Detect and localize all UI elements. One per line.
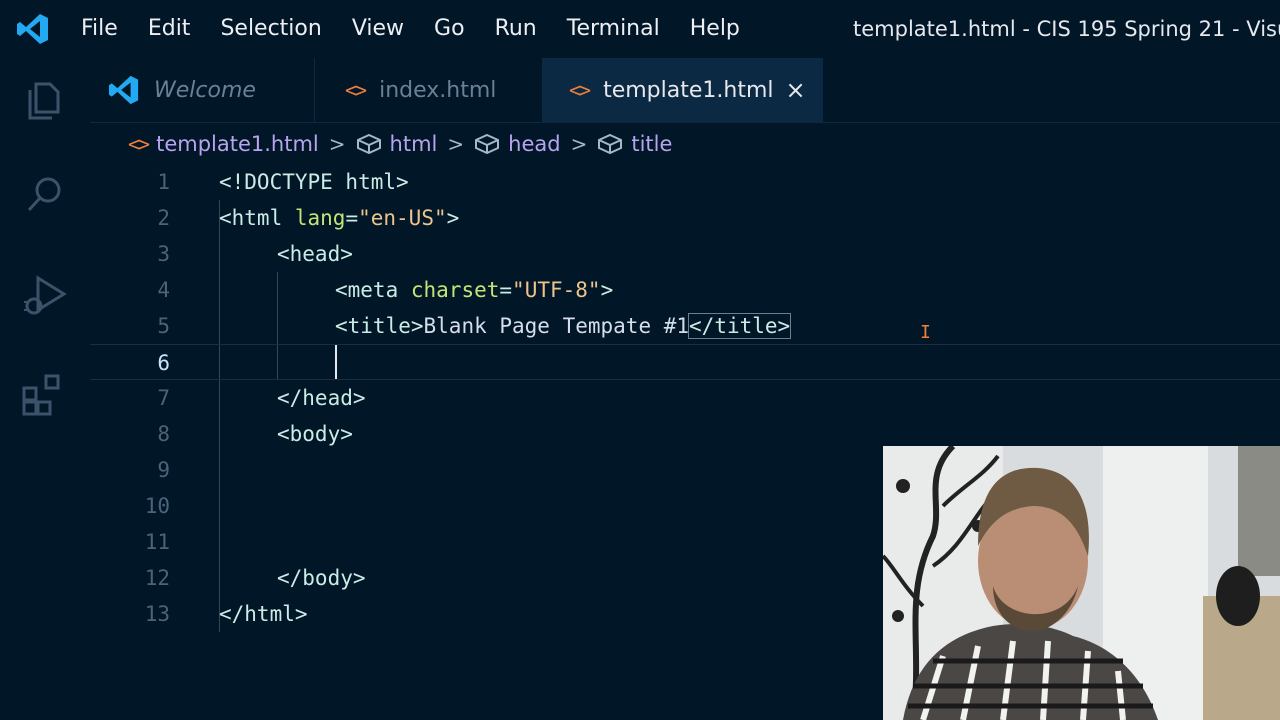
breadcrumb: <> template1.html > html > head > title [128, 126, 672, 162]
menu-go[interactable]: Go [419, 0, 480, 58]
breadcrumb-label: html [389, 132, 438, 156]
tab-template1-html[interactable]: <> template1.html × [543, 58, 823, 122]
code-icon: <> [128, 132, 150, 156]
run-debug-icon[interactable] [20, 272, 70, 322]
search-icon[interactable] [20, 170, 70, 220]
chevron-right-icon: > [447, 132, 465, 156]
line-number: 13 [144, 602, 170, 626]
line-number: 6 [157, 351, 170, 375]
menu-selection[interactable]: Selection [205, 0, 336, 58]
element-icon [356, 133, 381, 155]
line-number: 7 [157, 386, 170, 410]
breadcrumb-label: template1.html [156, 132, 319, 156]
text-select-cursor-icon: I [920, 322, 931, 343]
line-number: 8 [157, 422, 170, 446]
line-number: 2 [157, 206, 170, 230]
editor-tabs: Welcome <> index.html <> template1.html … [90, 58, 1280, 123]
tab-index-html[interactable]: <> index.html [315, 58, 543, 122]
breadcrumb-file[interactable]: <> template1.html [128, 132, 319, 156]
code-text: </html> [219, 602, 308, 626]
tab-welcome[interactable]: Welcome [90, 58, 315, 122]
vscode-logo-icon [17, 14, 48, 44]
tab-label: index.html [379, 77, 497, 103]
close-icon[interactable]: × [786, 76, 806, 104]
presenter-video-image [883, 446, 1280, 720]
code-text: </head> [277, 386, 366, 410]
breadcrumb-label: head [508, 132, 561, 156]
code-line[interactable]: 2 <html lang="en-US"> [90, 200, 1280, 236]
code-text: <meta charset="UTF-8"> [335, 278, 614, 302]
menu-help[interactable]: Help [675, 0, 755, 58]
webcam-overlay [883, 446, 1280, 720]
menu-run[interactable]: Run [480, 0, 552, 58]
code-icon: <> [569, 78, 591, 102]
menu-bar: File Edit Selection View Go Run Terminal… [66, 0, 755, 58]
line-number: 3 [157, 242, 170, 266]
menu-view[interactable]: View [337, 0, 419, 58]
activity-bar [0, 58, 90, 720]
tab-label: Welcome [154, 77, 256, 103]
line-number: 11 [144, 530, 170, 554]
line-number: 5 [157, 314, 170, 338]
vscode-logo-icon [108, 75, 139, 105]
code-line[interactable]: 4 <meta charset="UTF-8"> [90, 272, 1280, 308]
line-number: 9 [157, 458, 170, 482]
text-cursor [335, 345, 337, 379]
line-number: 10 [144, 494, 170, 518]
code-line[interactable]: 3 <head> [90, 236, 1280, 272]
code-text: <body> [277, 422, 353, 446]
code-icon: <> [345, 78, 367, 102]
window-title: template1.html - CIS 195 Spring 21 - Vis… [853, 17, 1280, 41]
code-line-current[interactable]: 6 [90, 344, 1280, 380]
element-icon [598, 133, 623, 155]
extensions-icon[interactable] [20, 370, 70, 420]
code-text: <title>Blank Page Tempate #1</title> [335, 313, 792, 339]
code-line[interactable]: 7 </head> [90, 380, 1280, 416]
chevron-right-icon: > [570, 132, 588, 156]
breadcrumb-label: title [631, 132, 673, 156]
breadcrumb-title[interactable]: title [597, 132, 672, 156]
title-bar: File Edit Selection View Go Run Terminal… [0, 0, 1280, 58]
breadcrumb-html[interactable]: html [356, 132, 438, 156]
code-text: <!DOCTYPE html> [219, 170, 409, 194]
breadcrumb-head[interactable]: head [474, 132, 561, 156]
line-number: 1 [157, 170, 170, 194]
code-text: <html lang="en-US"> [219, 206, 460, 230]
files-icon[interactable] [20, 76, 70, 126]
code-line[interactable]: 1 <!DOCTYPE html> [90, 164, 1280, 200]
chevron-right-icon: > [328, 132, 346, 156]
tab-label: template1.html [603, 77, 774, 103]
line-number: 12 [144, 566, 170, 590]
code-text: </body> [277, 566, 366, 590]
menu-file[interactable]: File [66, 0, 133, 58]
code-text: <head> [277, 242, 353, 266]
menu-terminal[interactable]: Terminal [552, 0, 675, 58]
element-icon [475, 133, 500, 155]
line-number: 4 [157, 278, 170, 302]
menu-edit[interactable]: Edit [133, 0, 206, 58]
code-line[interactable]: 5 <title>Blank Page Tempate #1</title> [90, 308, 1280, 344]
